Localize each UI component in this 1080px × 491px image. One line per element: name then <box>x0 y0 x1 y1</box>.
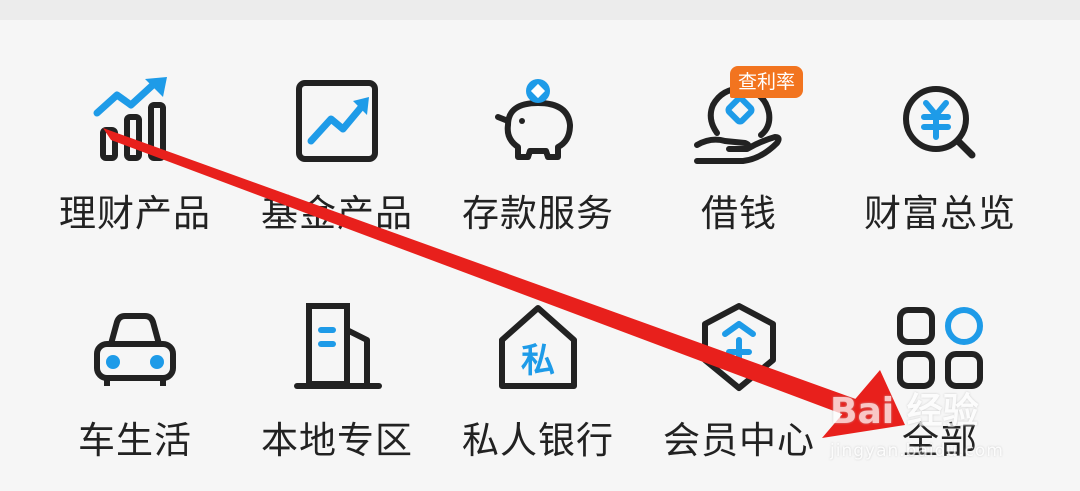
rate-badge[interactable]: 查利率 <box>730 66 804 98</box>
building-icon <box>287 300 387 400</box>
watermark-main: Bai 经验 <box>830 391 979 432</box>
watermark-sub: jingyan.baidu.com <box>830 441 1004 461</box>
member-shield-icon <box>689 300 789 400</box>
menu-item-label: 基金产品 <box>261 192 413 235</box>
menu-item-label: 私人银行 <box>462 419 614 462</box>
chart-bars-icon <box>85 75 185 175</box>
wealth-search-icon <box>890 75 990 175</box>
svg-text:私: 私 <box>521 341 555 381</box>
top-strip <box>0 0 1080 20</box>
menu-item-label: 会员中心 <box>663 419 815 462</box>
menu-item-label: 借钱 <box>701 192 777 235</box>
menu-item-label: 本地专区 <box>261 419 413 462</box>
piggy-bank-icon <box>488 75 588 175</box>
private-bank-icon: 私 <box>488 300 588 400</box>
menu-item-label: 理财产品 <box>59 192 211 235</box>
menu-item-label: 财富总览 <box>864 192 1016 235</box>
fund-trend-icon <box>287 75 387 175</box>
all-grid-icon <box>890 300 990 400</box>
menu-item-label: 存款服务 <box>462 192 614 235</box>
menu-item-label: 车生活 <box>78 419 192 462</box>
watermark: Bai 经验 jingyan.baidu.com <box>830 392 1070 472</box>
car-icon <box>85 300 185 400</box>
